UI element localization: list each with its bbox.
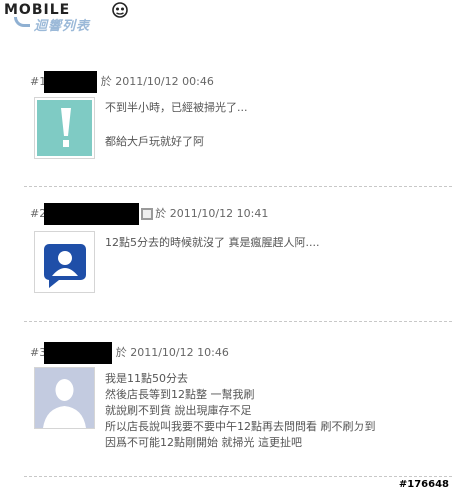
post-line: 所以店長說叫我要不要中午12點再去問問看 刷不刷ㄉ到	[105, 420, 376, 433]
post-header: #2 於 2011/10/12 10:41	[30, 203, 268, 225]
avatar[interactable]	[34, 97, 95, 159]
logo-face-icon	[112, 2, 128, 18]
post-header: #1 於 2011/10/12 00:46	[30, 71, 214, 93]
post-line: 就說刷不到貨 說出現庫存不足	[105, 404, 252, 417]
post-line: 12點5分去的時候就沒了 真是瘋腥趕人阿....	[105, 236, 320, 249]
post-line: 不到半小時，已經被掃光了...	[105, 101, 248, 114]
exclamation-avatar-icon	[37, 100, 92, 156]
post-line: 因爲不可能12點剛開始 就掃光 這更扯吧	[105, 436, 302, 449]
post-header: #3 於 2011/10/12 10:46	[30, 342, 229, 364]
home-icon[interactable]	[141, 208, 154, 220]
post-divider	[24, 476, 452, 477]
post-content: 12點5分去的時候就沒了 真是瘋腥趕人阿....	[105, 235, 319, 251]
page-subtitle: 迴響列表	[34, 19, 91, 34]
logo-swoosh-icon	[14, 17, 30, 27]
post-divider	[24, 186, 452, 187]
post-line: 都給大戶玩就好了阿	[105, 135, 204, 148]
default-gray-avatar-icon	[35, 368, 94, 428]
post-line: 然後店長等到12點整 一幫我刷	[105, 388, 255, 401]
post-date: 於 2011/10/12 10:41	[155, 207, 269, 220]
post-content: 不到半小時，已經被掃光了... 都給大戶玩就好了阿	[105, 100, 248, 150]
post-content: 我是11點50分去 然後店長等到12點整 一幫我刷 就說刷不到貨 說出現庫存不足…	[105, 371, 376, 451]
avatar[interactable]	[34, 367, 95, 429]
post-date: 於 2011/10/12 10:46	[115, 346, 229, 359]
user-silhouette-avatar-icon	[35, 232, 94, 292]
redacted-username	[44, 342, 113, 364]
watermark-id: #176648	[398, 479, 449, 490]
redacted-username	[44, 71, 98, 93]
post-line: 我是11點50分去	[105, 372, 188, 385]
redacted-username	[44, 203, 140, 225]
mobile01-logo[interactable]: MOBILE 迴響列表	[4, 2, 129, 34]
post-divider	[24, 321, 452, 322]
post-date: 於 2011/10/12 00:46	[100, 75, 214, 88]
avatar[interactable]	[34, 231, 95, 293]
